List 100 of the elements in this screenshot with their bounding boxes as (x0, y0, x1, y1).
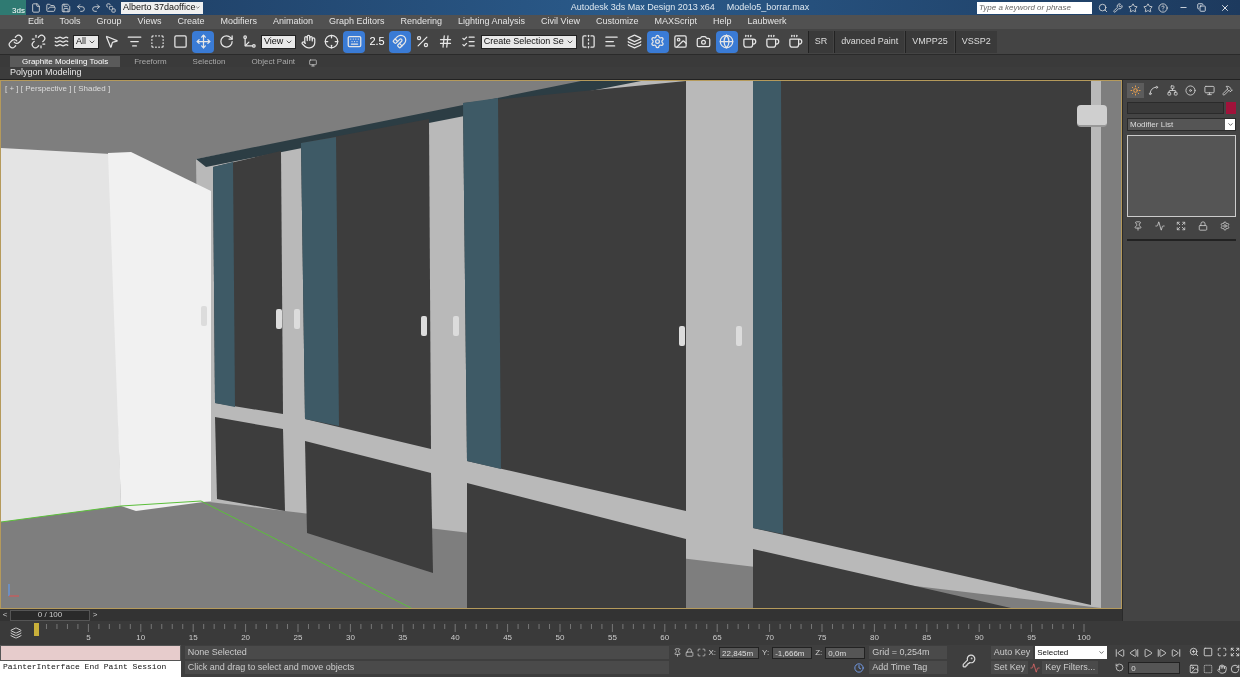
current-frame-field[interactable]: 0 (1128, 661, 1181, 674)
timeline-frame-marker[interactable] (34, 623, 39, 636)
crosshair-icon (323, 34, 339, 49)
coordinate-field[interactable]: 22,845m (719, 646, 760, 659)
teapot-icon (788, 34, 804, 49)
key-curve-icon[interactable] (1030, 662, 1041, 673)
coordinate-field[interactable]: 0,0m (825, 646, 866, 659)
menu-item[interactable]: Create (177, 15, 205, 29)
go-to-start-icon[interactable] (1115, 647, 1126, 658)
file-icon[interactable] (31, 2, 41, 13)
zoom-extents-icon[interactable] (1216, 647, 1227, 657)
coordinate-field[interactable]: -1,666m (772, 646, 813, 659)
pan-icon[interactable] (1216, 663, 1227, 674)
menu-item[interactable]: Customize (595, 15, 639, 29)
auto-key-button[interactable]: Auto Key (990, 646, 1034, 659)
file-name: Modelo5_borrar.max (726, 0, 810, 14)
mirror-icon (581, 34, 597, 49)
maxscript-output-field[interactable]: PainterInterface End Paint Session (0, 661, 181, 677)
toolbar-dropdown[interactable]: All (73, 34, 99, 49)
toolbar-tool-button[interactable] (646, 30, 669, 53)
frame-tick-label: 5 (85, 632, 92, 644)
time-slider-thumb[interactable]: 0 / 100 (10, 609, 90, 621)
ribbon-tab[interactable]: Object Paint (239, 56, 308, 67)
add-time-tag-button[interactable]: Add Time Tag (869, 661, 948, 674)
lock-icon[interactable] (684, 648, 694, 657)
time-tag-icon[interactable] (854, 662, 865, 673)
search-field[interactable]: Type a keyword or phrase (977, 1, 1092, 14)
list-check-icon (461, 34, 477, 49)
ribbon-panel-label[interactable]: Polygon Modeling (10, 66, 82, 80)
toolbar-tool-button[interactable] (192, 30, 214, 53)
wrench-icon[interactable] (1113, 2, 1123, 13)
zoom-extents-all-icon[interactable] (1230, 647, 1240, 657)
snap-toggle-button[interactable]: 2.5 (366, 30, 388, 53)
previous-key-icon[interactable] (1129, 647, 1140, 658)
help-icon[interactable] (1158, 2, 1168, 13)
close-icon (1220, 2, 1230, 13)
go-to-end-icon[interactable] (1171, 647, 1182, 658)
toolbar-dropdown[interactable]: View (261, 34, 297, 49)
menu-item[interactable]: Graph Editors (328, 15, 385, 29)
orbit-icon[interactable] (1230, 663, 1240, 674)
menu-item[interactable]: Lighting Analysis (458, 15, 526, 29)
menu-item[interactable]: Views (137, 15, 162, 29)
menu-item[interactable]: Edit (28, 15, 44, 29)
object-color-swatch[interactable] (1226, 102, 1236, 114)
modifier-list-dropdown[interactable]: Modifier List (1127, 118, 1236, 131)
ribbon-tab[interactable]: Graphite Modeling Tools (10, 56, 121, 67)
toolbar-dropdown[interactable]: Create Selection Se (480, 34, 577, 49)
region-zoom-icon[interactable] (1202, 663, 1213, 674)
frame-tick-label: 35 (397, 632, 409, 644)
menu-item[interactable]: Modifiers (220, 15, 257, 29)
configure-icon[interactable] (1220, 221, 1231, 231)
menu-item[interactable]: Rendering (400, 15, 443, 29)
command-panel-tab[interactable] (1127, 83, 1144, 98)
play-icon[interactable] (1143, 647, 1154, 658)
toolbar-tab-button[interactable]: VMPP25 (905, 30, 954, 53)
menu-item[interactable]: Animation (272, 15, 313, 29)
ribbon-tab[interactable]: Selection (180, 56, 238, 67)
menu-item[interactable]: Help (712, 15, 732, 29)
next-key-icon[interactable] (1157, 647, 1168, 658)
key-mode-toggle-icon[interactable] (1115, 663, 1125, 672)
ribbon-options-icon[interactable] (309, 59, 318, 67)
app-logo-button[interactable]: 3ds (0, 0, 26, 15)
toolbar-tab-button[interactable]: VSSP2 (954, 30, 997, 53)
zoom-all-icon[interactable] (1202, 647, 1213, 657)
frame-tick-label: 40 (449, 632, 461, 644)
key-filters-button[interactable]: Key Filters... (1042, 661, 1099, 674)
frame-tick-label: 65 (711, 632, 723, 644)
ribbon-tab[interactable]: Freeform (122, 56, 179, 67)
menu-item[interactable]: Group (96, 15, 122, 29)
undo-icon[interactable] (76, 2, 86, 13)
set-key-button[interactable]: Set Key (990, 661, 1029, 674)
menu-item[interactable]: MAXScript (654, 15, 697, 29)
maxscript-input-field[interactable] (0, 645, 181, 661)
isolate-icon[interactable] (672, 648, 682, 657)
folder-icon[interactable] (46, 2, 56, 13)
pin-icon[interactable] (1132, 221, 1143, 231)
menu-item[interactable]: Civil View (541, 15, 580, 29)
frame-tick-label: 80 (868, 632, 880, 644)
toolbar-tool-button[interactable] (343, 30, 366, 53)
menu-item[interactable]: Laubwerk (747, 15, 787, 29)
coordinate-label: Z: (815, 646, 823, 659)
transform-mode-icon[interactable] (696, 648, 706, 657)
workspace-dropdown[interactable]: Alberto 37daoffice (121, 1, 203, 14)
key-icon[interactable] (962, 654, 977, 668)
modifier-stack[interactable] (1127, 135, 1236, 217)
toolbar-tool-button[interactable] (388, 30, 411, 53)
frame-tick-label: 85 (921, 632, 933, 644)
previous-frame-button[interactable]: < (0, 609, 10, 621)
view-icon[interactable] (1189, 663, 1200, 674)
object-name-field[interactable] (1127, 102, 1224, 114)
redo-icon[interactable] (91, 2, 101, 13)
toolbar-tool-button[interactable] (715, 30, 738, 53)
key-mode-dropdown[interactable]: Selected (1035, 646, 1108, 659)
menu-item[interactable]: Tools (59, 15, 81, 29)
toolbar-tab-button[interactable]: dvanced Paint (834, 30, 905, 53)
toolbar-tab-button[interactable]: SR (807, 30, 834, 53)
star-icon[interactable] (1143, 2, 1153, 13)
next-frame-button[interactable]: > (90, 609, 100, 621)
zoom-icon[interactable] (1189, 647, 1200, 657)
save-icon[interactable] (61, 2, 71, 13)
